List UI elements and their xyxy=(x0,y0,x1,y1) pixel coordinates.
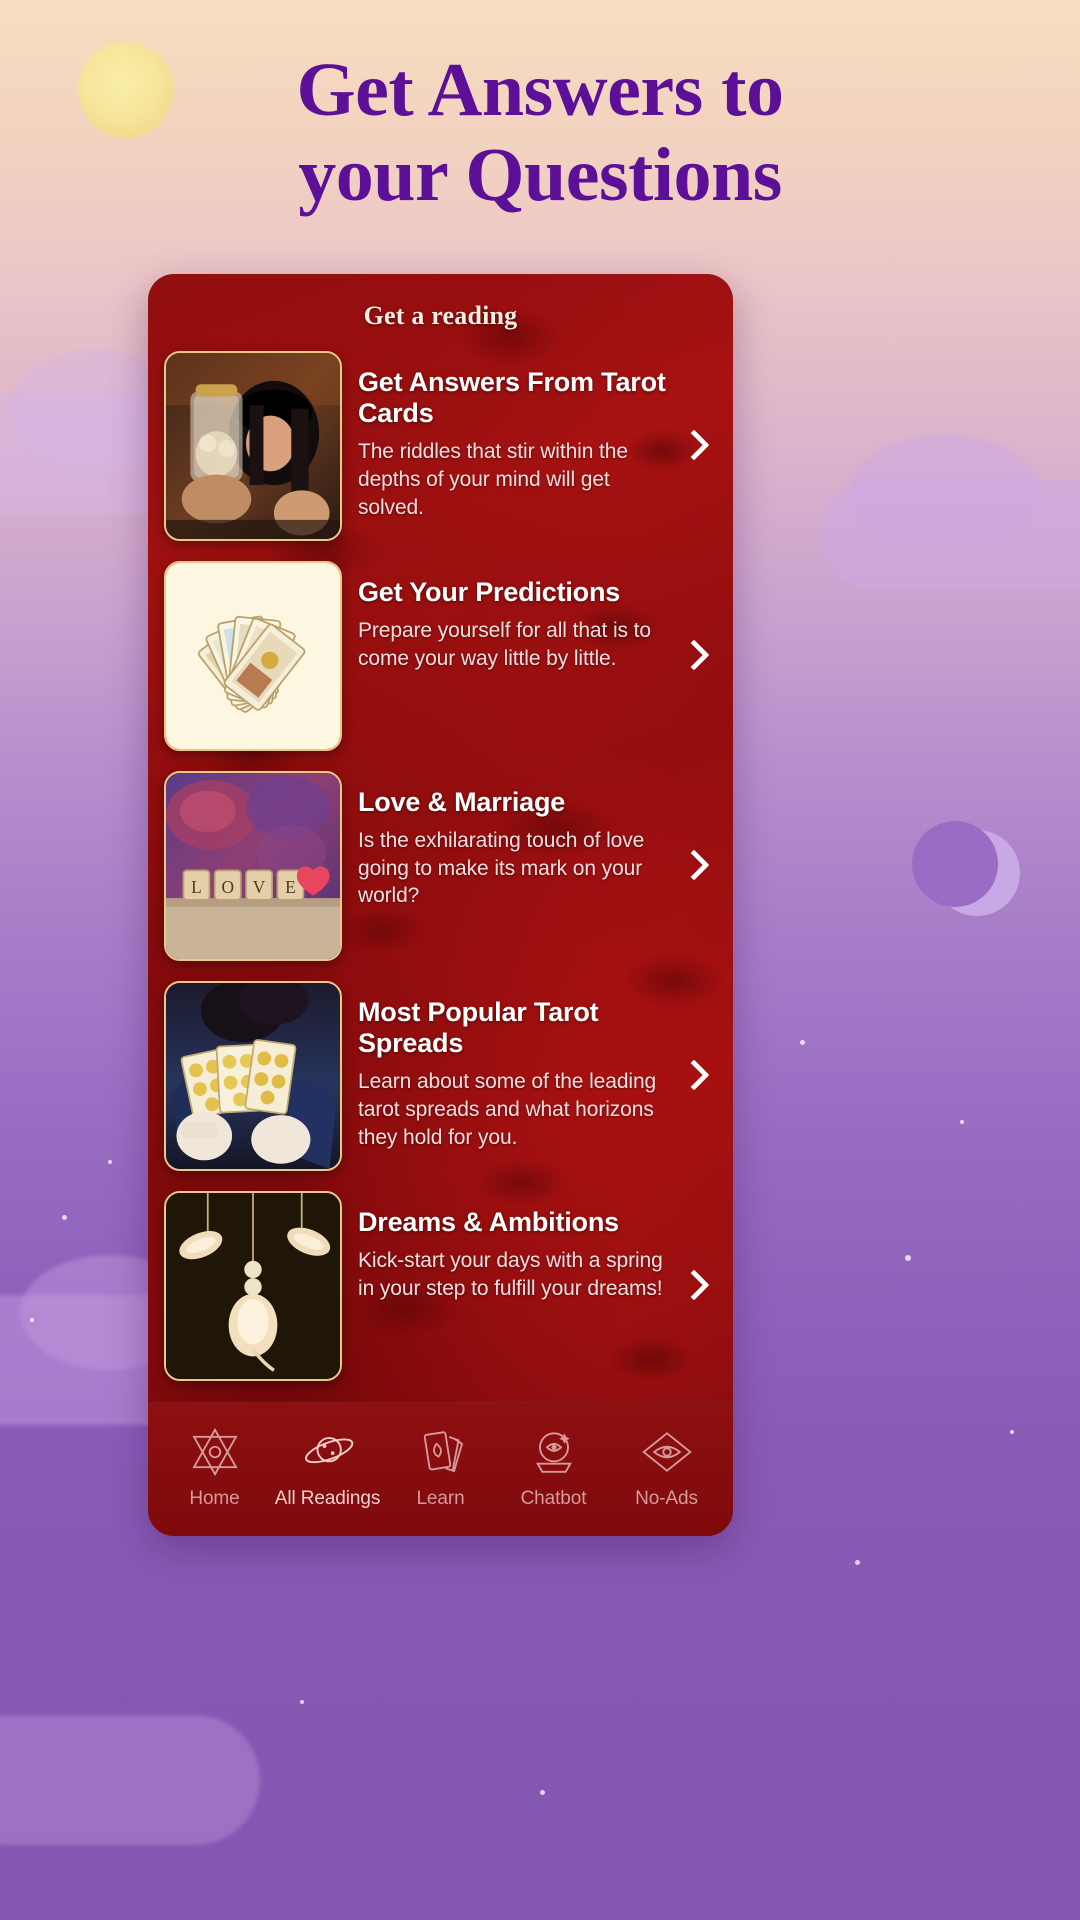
star-dot xyxy=(300,1700,304,1704)
list-item[interactable]: Most Popular Tarot Spreads Learn about s… xyxy=(148,981,733,1171)
star-dot xyxy=(960,1120,964,1124)
list-item[interactable]: Get Answers From Tarot Cards The riddles… xyxy=(148,351,733,541)
list-item-body: Get Your Predictions Prepare yourself fo… xyxy=(342,561,677,672)
no-ads-eye-icon xyxy=(639,1424,695,1480)
chevron-right-icon[interactable] xyxy=(681,423,707,469)
nav-item-home[interactable]: Home xyxy=(160,1424,270,1510)
list-item-title: Love & Marriage xyxy=(358,787,566,817)
star-dot xyxy=(540,1790,545,1795)
list-item-title: Dreams & Ambitions xyxy=(358,1207,619,1237)
nav-label: Home xyxy=(189,1487,240,1509)
svg-text:V: V xyxy=(253,878,266,897)
nav-label: All Readings xyxy=(274,1487,381,1509)
hexagram-star-icon xyxy=(187,1424,243,1480)
chevron-right-icon[interactable] xyxy=(681,1263,707,1309)
saturn-planet-icon xyxy=(300,1424,356,1480)
list-item-description: Is the exhilarating touch of love going … xyxy=(358,829,645,908)
tarot-card-fan-photo xyxy=(164,561,342,751)
star-dot xyxy=(800,1040,805,1045)
star-dot xyxy=(30,1318,34,1322)
list-item[interactable]: Get Your Predictions Prepare yourself fo… xyxy=(148,561,733,751)
list-item-description: Prepare yourself for all that is to come… xyxy=(358,619,651,670)
bottom-navigation-bar: Home All Readings Learn Chatbot No-Ads xyxy=(148,1402,733,1536)
list-item[interactable]: Dreams & Ambitions Kick-start your days … xyxy=(148,1191,733,1381)
nav-label: No-Ads xyxy=(635,1487,698,1509)
list-item[interactable]: L O V E Love & Marriage Is the exhilarat… xyxy=(148,771,733,961)
star-dot xyxy=(1010,1430,1014,1434)
star-dot xyxy=(855,1560,860,1565)
svg-text:E: E xyxy=(285,878,296,897)
list-item-title: Most Popular Tarot Spreads xyxy=(358,997,599,1059)
nav-item-learn[interactable]: Learn xyxy=(386,1424,496,1510)
love-scrabble-tiles-photo: L O V E xyxy=(164,771,342,961)
chevron-right-icon[interactable] xyxy=(681,1053,707,1099)
svg-text:O: O xyxy=(221,878,234,897)
hanging-feathers-photo xyxy=(164,1191,342,1381)
list-item-title: Get Answers From Tarot Cards xyxy=(358,367,666,429)
nav-label: Chatbot xyxy=(520,1487,587,1509)
nav-label: Learn xyxy=(416,1487,465,1509)
crescent-moon-icon xyxy=(912,821,1020,916)
tarot-cards-icon xyxy=(413,1424,469,1480)
list-item-description: The riddles that stir within the depths … xyxy=(358,440,628,519)
card-header-title: Get a reading xyxy=(363,301,518,330)
list-item-description: Kick-start your days with a spring in yo… xyxy=(358,1249,663,1300)
page-title-line-2: your Questions xyxy=(298,133,782,218)
woman-with-jar-photo xyxy=(164,351,342,541)
list-item-body: Love & Marriage Is the exhilarating touc… xyxy=(342,771,677,910)
nav-item-no-ads[interactable]: No-Ads xyxy=(612,1424,722,1510)
crystal-ball-icon xyxy=(526,1424,582,1480)
page-title: Get Answers to your Questions xyxy=(0,48,1080,218)
chevron-right-icon[interactable] xyxy=(681,843,707,889)
readings-list: Get Answers From Tarot Cards The riddles… xyxy=(148,351,733,1381)
nav-item-chatbot[interactable]: Chatbot xyxy=(499,1424,609,1510)
list-item-body: Get Answers From Tarot Cards The riddles… xyxy=(342,351,677,521)
app-screenshot-card: Get a reading Get Answers From Tarot Car… xyxy=(148,274,733,1536)
woman-holding-tarot-cards-photo xyxy=(164,981,342,1171)
nav-item-all-readings[interactable]: All Readings xyxy=(273,1424,383,1510)
list-item-title: Get Your Predictions xyxy=(358,577,621,607)
page-title-line-1: Get Answers to xyxy=(296,48,784,132)
chevron-right-icon[interactable] xyxy=(681,633,707,679)
list-item-description: Learn about some of the leading tarot sp… xyxy=(358,1070,657,1149)
list-item-body: Dreams & Ambitions Kick-start your days … xyxy=(342,1191,677,1302)
list-item-body: Most Popular Tarot Spreads Learn about s… xyxy=(342,981,677,1151)
star-dot xyxy=(62,1215,67,1220)
star-dot xyxy=(905,1255,911,1261)
star-dot xyxy=(108,1160,112,1164)
cloud-shape xyxy=(0,1715,260,1845)
svg-text:L: L xyxy=(191,878,202,897)
cloud-shape xyxy=(850,435,1040,550)
